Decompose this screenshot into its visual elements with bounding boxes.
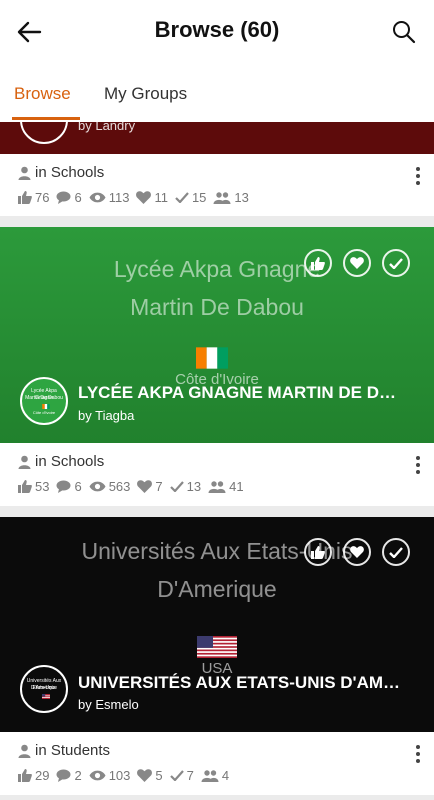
heart-icon [350, 257, 364, 269]
ivory-coast-flag-icon [42, 404, 50, 409]
group-name: LYCÉE AKPA GNAGNE MARTIN DE DABOU [78, 383, 408, 402]
logo-text: D'Amerique [31, 685, 57, 691]
group-card-info[interactable]: in Schools 53 6 563 7 13 41 [0, 443, 434, 506]
likes-count: 29 [35, 768, 50, 783]
thumbs-up-icon [311, 256, 325, 270]
more-options-icon[interactable] [414, 455, 422, 475]
group-category: in Schools [18, 164, 104, 181]
page-title: Browse (60) [154, 17, 280, 42]
likes-count: 53 [35, 479, 50, 494]
tab-browse[interactable]: Browse [14, 84, 71, 104]
comment-icon [56, 480, 71, 493]
category-label: in Schools [35, 164, 105, 181]
views-count: 563 [108, 479, 131, 494]
check-icon [389, 257, 403, 269]
banner-title-line: D'Amerique [157, 576, 277, 602]
thumbs-up-icon [18, 480, 32, 493]
thumbs-up-icon [18, 191, 32, 204]
group-logo: Universités Aux Etats-Unis D'Amerique [20, 665, 68, 713]
group-author: by Esmelo [78, 697, 139, 712]
hearts-count: 11 [154, 190, 168, 205]
comment-icon [56, 769, 71, 782]
group-card-banner[interactable]: Universités Aux Etats-Unis D'Amerique US… [0, 517, 434, 732]
group-stats: 53 6 563 7 13 41 [18, 479, 251, 494]
active-tab-indicator [12, 117, 80, 120]
group-author: by Tiagba [78, 408, 135, 423]
comments-count: 2 [74, 768, 82, 783]
views-count: 113 [108, 190, 130, 205]
thumbs-up-icon [311, 545, 325, 559]
heart-icon [137, 480, 153, 493]
group-card-banner[interactable]: by Landry [0, 122, 434, 154]
tab-my-groups[interactable]: My Groups [104, 84, 187, 104]
check-icon [169, 481, 184, 492]
tab-bar: Browse My Groups [0, 64, 434, 122]
group-actions [304, 538, 412, 568]
logo-text: Martin De Dabou [25, 395, 63, 401]
members-icon [201, 769, 219, 782]
members-icon [213, 191, 231, 204]
thumbs-up-icon [18, 769, 32, 782]
usa-flag-icon [197, 636, 237, 658]
group-logo: Lycée Akpa Gnagne Martin De Dabou Côte d… [20, 377, 68, 425]
heart-icon [350, 546, 364, 558]
join-button[interactable] [382, 249, 410, 277]
category-label: in Schools [35, 453, 105, 470]
checks-count: 7 [186, 768, 194, 783]
group-category: in Students [18, 742, 110, 759]
user-icon [18, 455, 31, 469]
members-count: 41 [229, 479, 244, 494]
group-card-info[interactable]: in Students 29 2 103 5 7 4 [0, 732, 434, 795]
banner-title-line: Martin De Dabou [130, 294, 304, 320]
views-count: 103 [108, 768, 131, 783]
group-category: in Schools [18, 453, 104, 470]
checks-count: 13 [186, 479, 202, 494]
check-icon [169, 770, 184, 781]
user-icon [18, 166, 31, 180]
group-stats: 29 2 103 5 7 4 [18, 768, 236, 783]
user-icon [18, 744, 31, 758]
usa-flag-icon [42, 694, 50, 699]
more-options-icon[interactable] [414, 744, 422, 764]
ivory-coast-flag-icon [196, 347, 228, 369]
app-bar: Browse (60) [0, 0, 434, 64]
members-count: 13 [234, 190, 249, 205]
members-count: 4 [221, 768, 230, 783]
group-card-info[interactable]: in Schools 76 6 113 11 15 13 [0, 154, 434, 216]
eye-icon [89, 192, 106, 203]
favorite-button[interactable] [343, 249, 371, 277]
like-button[interactable] [304, 538, 332, 566]
heart-icon [137, 769, 153, 782]
eye-icon [89, 481, 106, 492]
heart-icon [136, 191, 152, 204]
category-label: in Students [35, 742, 111, 759]
checks-count: 15 [191, 190, 207, 205]
logo-text: Côte d'Ivoire [32, 410, 56, 415]
favorite-button[interactable] [343, 538, 371, 566]
comments-count: 6 [74, 479, 82, 494]
comment-icon [56, 191, 71, 204]
group-author: by Landry [78, 122, 136, 133]
members-icon [208, 480, 226, 493]
group-card-banner[interactable]: Lycée Akpa Gnagne Martin De Dabou Côte d… [0, 227, 434, 443]
group-actions [304, 249, 412, 279]
check-icon [389, 546, 403, 558]
likes-count: 76 [35, 190, 50, 205]
check-icon [175, 192, 189, 203]
eye-icon [89, 770, 106, 781]
group-stats: 76 6 113 11 15 13 [18, 190, 256, 205]
group-name: UNIVERSITÉS AUX ETATS-UNIS D'AMERIQUE [78, 673, 408, 692]
more-options-icon[interactable] [414, 166, 422, 186]
group-logo [20, 122, 68, 144]
comments-count: 6 [74, 190, 82, 205]
join-button[interactable] [382, 538, 410, 566]
like-button[interactable] [304, 249, 332, 277]
hearts-count: 7 [155, 479, 163, 494]
search-icon[interactable] [390, 18, 418, 46]
hearts-count: 5 [155, 768, 163, 783]
